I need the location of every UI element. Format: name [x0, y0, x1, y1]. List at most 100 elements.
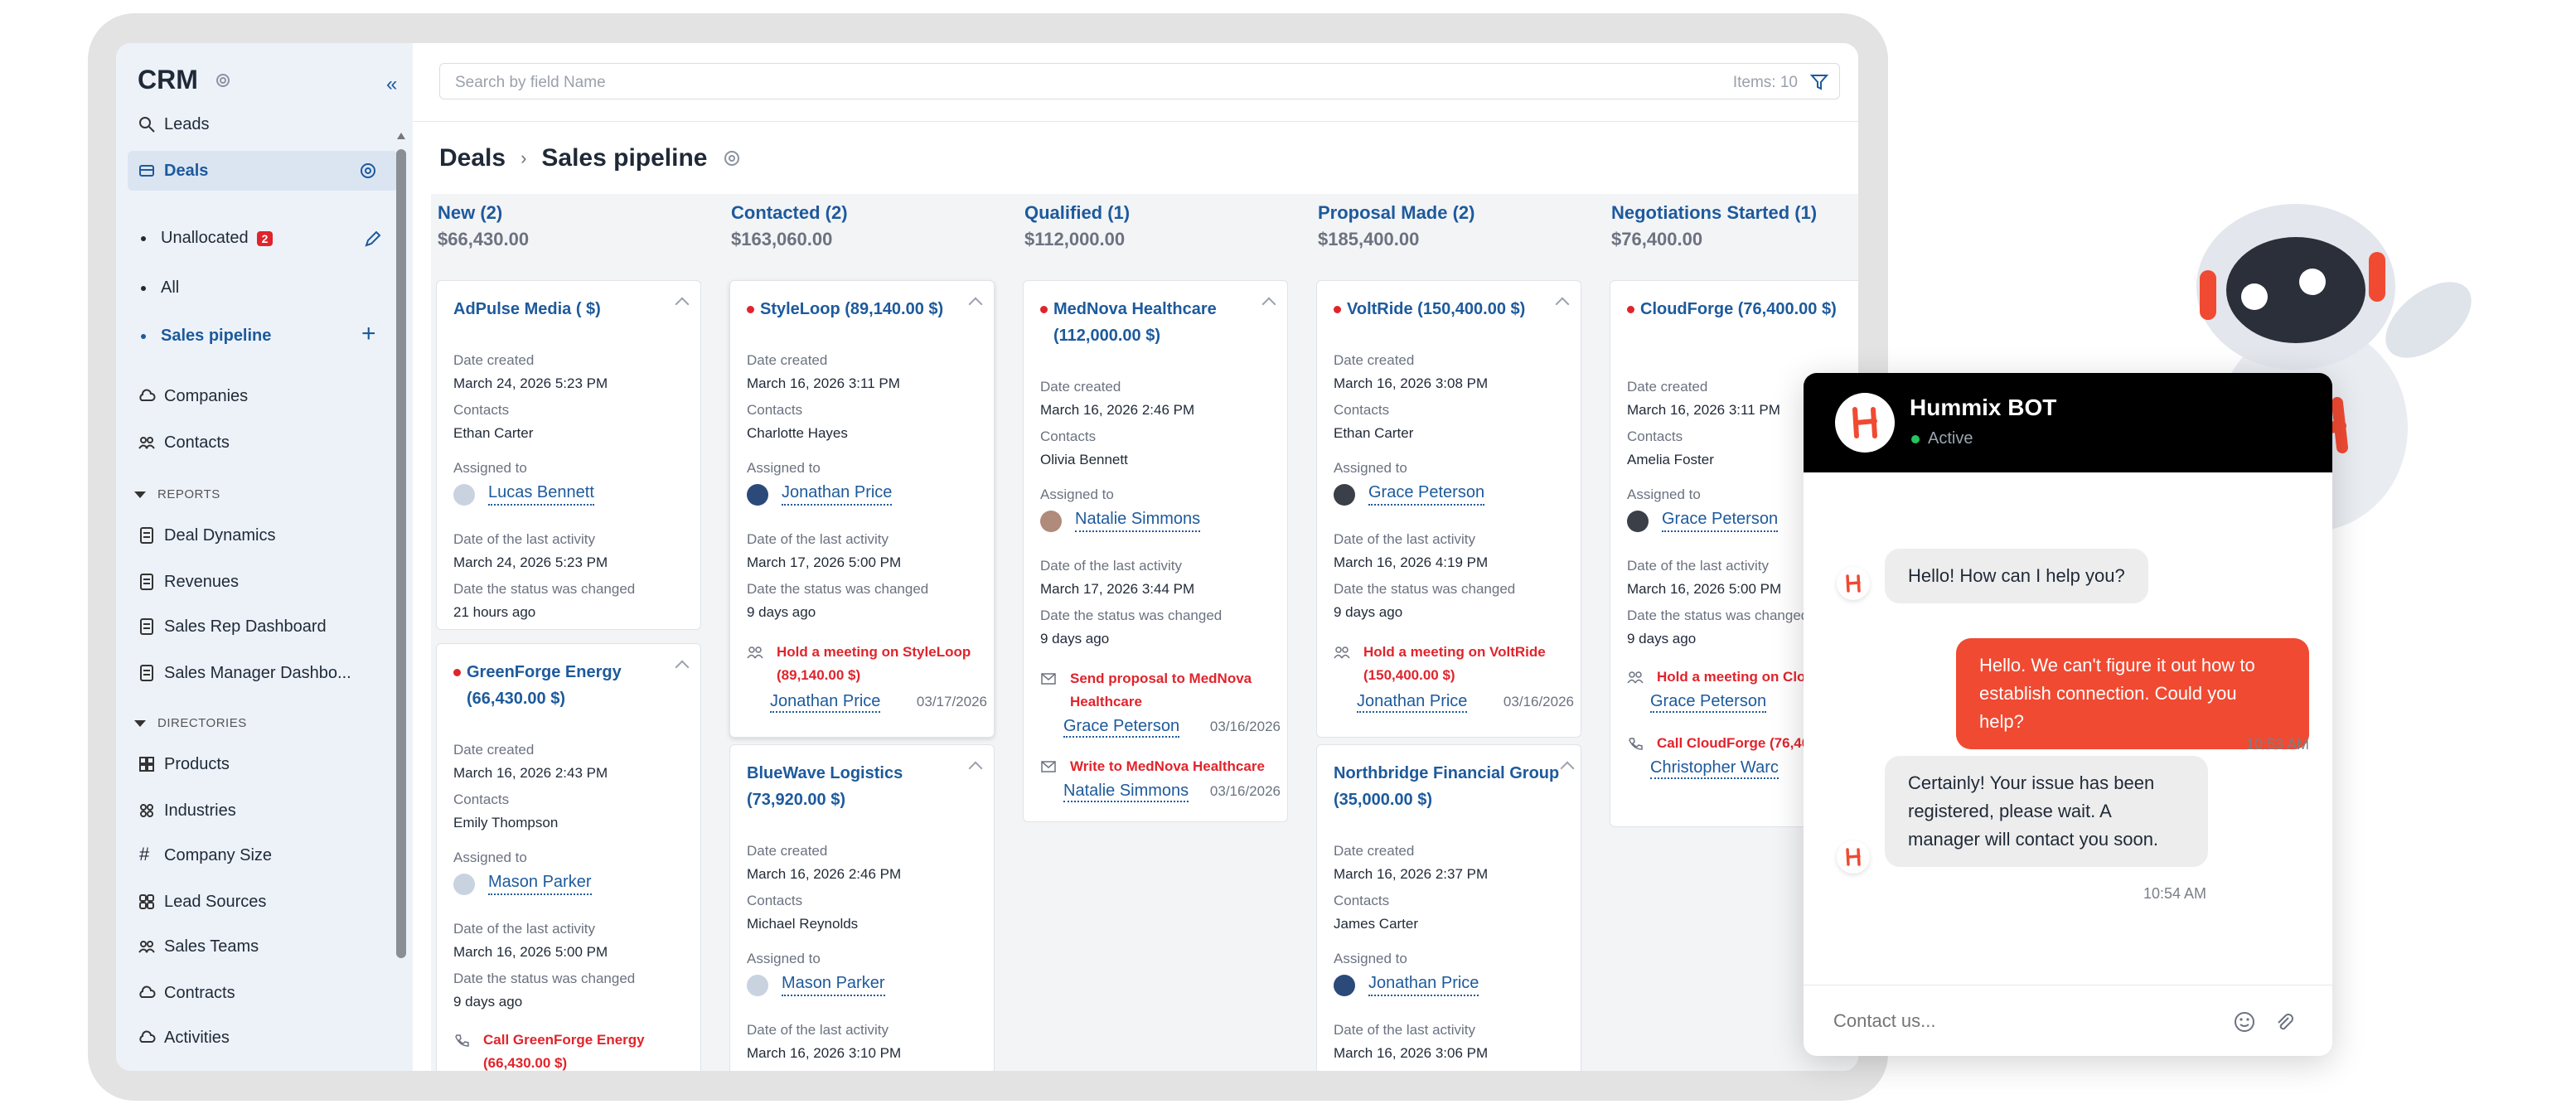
activity-title[interactable]: Send proposal to MedNova Healthcare [1070, 667, 1277, 714]
collapse-icon[interactable]: « [386, 73, 397, 96]
assignee[interactable]: Lucas Bennett [453, 483, 594, 506]
status-dot [747, 306, 754, 313]
assignee[interactable]: Jonathan Price [747, 483, 893, 506]
add-icon[interactable]: + [361, 320, 376, 348]
sidebar-item-industries[interactable]: Industries [128, 791, 398, 830]
chevron-up-icon[interactable] [968, 297, 983, 312]
chevron-up-icon[interactable] [675, 660, 690, 675]
gear-icon[interactable] [214, 71, 232, 90]
field-value: James Carter [1334, 916, 1419, 932]
activity-title[interactable]: Write to MedNova Healthcare [1070, 755, 1277, 778]
chevron-up-icon[interactable] [1261, 297, 1276, 312]
assignee-name[interactable]: Grace Peterson [1368, 483, 1485, 506]
sidebar-item-contracts[interactable]: Contracts [128, 973, 398, 1013]
scroll-up-icon[interactable] [397, 133, 405, 139]
breadcrumb-root[interactable]: Deals [439, 144, 506, 172]
gear-icon[interactable] [722, 148, 742, 168]
assignee-name[interactable]: Jonathan Price [782, 483, 893, 506]
deal-card[interactable]: BlueWave Logistics (73,920.00 $) Date cr… [729, 744, 995, 1071]
activity-assignee[interactable]: Grace Peterson [1650, 692, 1767, 713]
activity-item[interactable]: Call GreenForge Energy (66,430.00 $) [453, 1029, 694, 1071]
activity-title[interactable]: Call GreenForge Energy (66,430.00 $) [483, 1029, 690, 1071]
deal-title[interactable]: CloudForge (76,400.00 $) [1627, 296, 1842, 322]
assignee-name[interactable]: Lucas Bennett [488, 483, 594, 506]
activity-title[interactable]: Hold a meeting on StyleLoop (89,140.00 $… [777, 641, 984, 687]
column-title[interactable]: Contacted (2) [731, 202, 848, 224]
attachment-icon[interactable] [2273, 1010, 2296, 1034]
sidebar-item-label: All [161, 278, 180, 297]
activity-title[interactable]: Hold a meeting on VoltRide (150,400.00 $… [1363, 641, 1571, 687]
reports-heading[interactable]: REPORTS [134, 487, 220, 501]
assignee[interactable]: Grace Peterson [1627, 510, 1779, 532]
activity-assignee[interactable]: Jonathan Price [770, 692, 881, 713]
column-title[interactable]: New (2) [438, 202, 502, 224]
sidebar-item-activities[interactable]: Activities [128, 1018, 398, 1058]
filter-icon[interactable] [1809, 72, 1829, 92]
deal-card[interactable]: Northbridge Financial Group (35,000.00 $… [1316, 744, 1581, 1071]
assignee[interactable]: Natalie Simmons [1040, 510, 1201, 532]
deal-title[interactable]: MedNova Healthcare (112,000.00 $) [1040, 296, 1256, 349]
directories-heading[interactable]: DIRECTORIES [134, 716, 247, 730]
deal-title[interactable]: BlueWave Logistics (73,920.00 $) [747, 760, 962, 813]
sidebar-item-contacts[interactable]: Contacts [128, 423, 398, 462]
sidebar-item-unallocated[interactable]: Unallocated 2 [141, 229, 274, 248]
deal-card[interactable]: StyleLoop (89,140.00 $) Date created Mar… [729, 280, 995, 738]
gear-icon[interactable] [358, 161, 378, 181]
emoji-icon[interactable] [2233, 1010, 2256, 1034]
sidebar-item-sales-teams[interactable]: Sales Teams [128, 927, 398, 966]
chevron-up-icon[interactable] [1555, 297, 1570, 312]
sidebar-item-company-size[interactable]: # Company Size [128, 835, 398, 875]
sidebar-item-report[interactable]: Sales Rep Dashboard [128, 607, 398, 646]
sidebar-item-companies[interactable]: Companies [128, 376, 398, 416]
activity-assignee[interactable]: Christopher Warc [1650, 758, 1779, 779]
deal-title[interactable]: GreenForge Energy (66,430.00 $) [453, 659, 669, 712]
activity-item[interactable]: Hold a meeting on VoltRide (150,400.00 $… [1334, 641, 1574, 724]
chat-input[interactable] [1833, 1005, 2198, 1037]
activity-item[interactable]: Hold a meeting on StyleLoop (89,140.00 $… [747, 641, 987, 724]
avatar [453, 873, 475, 895]
sidebar-item-products[interactable]: Products [128, 744, 398, 784]
scrollbar-thumb[interactable] [396, 149, 406, 958]
deal-title[interactable]: AdPulse Media ( $) [453, 296, 669, 322]
sidebar-scrollbar[interactable] [395, 133, 408, 1071]
assignee[interactable]: Mason Parker [747, 974, 885, 996]
deal-card[interactable]: AdPulse Media ( $) Date created March 24… [436, 280, 701, 630]
activity-assignee[interactable]: Natalie Simmons [1063, 782, 1189, 802]
search-input[interactable]: Search by field Name Items: 10 [439, 63, 1840, 99]
deal-card[interactable]: GreenForge Energy (66,430.00 $) Date cre… [436, 643, 701, 1071]
sidebar-item-all[interactable]: All [141, 278, 179, 298]
chevron-up-icon[interactable] [968, 761, 983, 776]
chevron-up-icon[interactable] [675, 297, 690, 312]
deal-card[interactable]: MedNova Healthcare (112,000.00 $) Date c… [1023, 280, 1288, 822]
assignee-name[interactable]: Mason Parker [782, 974, 885, 996]
pencil-icon[interactable] [363, 229, 383, 249]
deal-title[interactable]: VoltRide (150,400.00 $) [1334, 296, 1549, 322]
assignee-name[interactable]: Grace Peterson [1662, 510, 1779, 532]
main-content: Search by field Name Items: 10 Deals › S… [413, 43, 1858, 1071]
sidebar-item-report[interactable]: Revenues [128, 562, 398, 602]
sidebar-item-leads[interactable]: Leads [128, 104, 398, 144]
assignee[interactable]: Grace Peterson [1334, 483, 1485, 506]
activity-assignee[interactable]: Grace Peterson [1063, 717, 1180, 738]
sidebar-item-report[interactable]: Sales Manager Dashbo... [128, 653, 398, 693]
column-title[interactable]: Negotiations Started (1) [1611, 202, 1817, 224]
activity-item[interactable]: Send proposal to MedNova Healthcare Grac… [1040, 667, 1281, 742]
column-title[interactable]: Proposal Made (2) [1318, 202, 1474, 224]
column-title[interactable]: Qualified (1) [1024, 202, 1130, 224]
activity-item[interactable]: Write to MedNova Healthcare Natalie Simm… [1040, 755, 1281, 808]
assignee[interactable]: Mason Parker [453, 873, 592, 895]
deal-card[interactable]: VoltRide (150,400.00 $) Date created Mar… [1316, 280, 1581, 738]
sidebar-item-sales-pipeline[interactable]: Sales pipeline [141, 327, 271, 346]
deal-title[interactable]: StyleLoop (89,140.00 $) [747, 296, 962, 322]
assignee-name[interactable]: Natalie Simmons [1075, 510, 1201, 532]
sidebar-item-lead-sources[interactable]: Lead Sources [128, 882, 398, 922]
sidebar: CRM « Leads Deals Unallocated 2 All Sales… [116, 43, 413, 1071]
sidebar-item-deals[interactable]: Deals [128, 151, 398, 191]
assignee-name[interactable]: Jonathan Price [1368, 974, 1479, 996]
deal-title[interactable]: Northbridge Financial Group (35,000.00 $… [1334, 760, 1574, 813]
assignee-name[interactable]: Mason Parker [488, 873, 592, 895]
assignee[interactable]: Jonathan Price [1334, 974, 1479, 996]
activity-assignee[interactable]: Jonathan Price [1357, 692, 1468, 713]
sidebar-item-report[interactable]: Deal Dynamics [128, 516, 398, 555]
bullet-icon [141, 235, 146, 241]
